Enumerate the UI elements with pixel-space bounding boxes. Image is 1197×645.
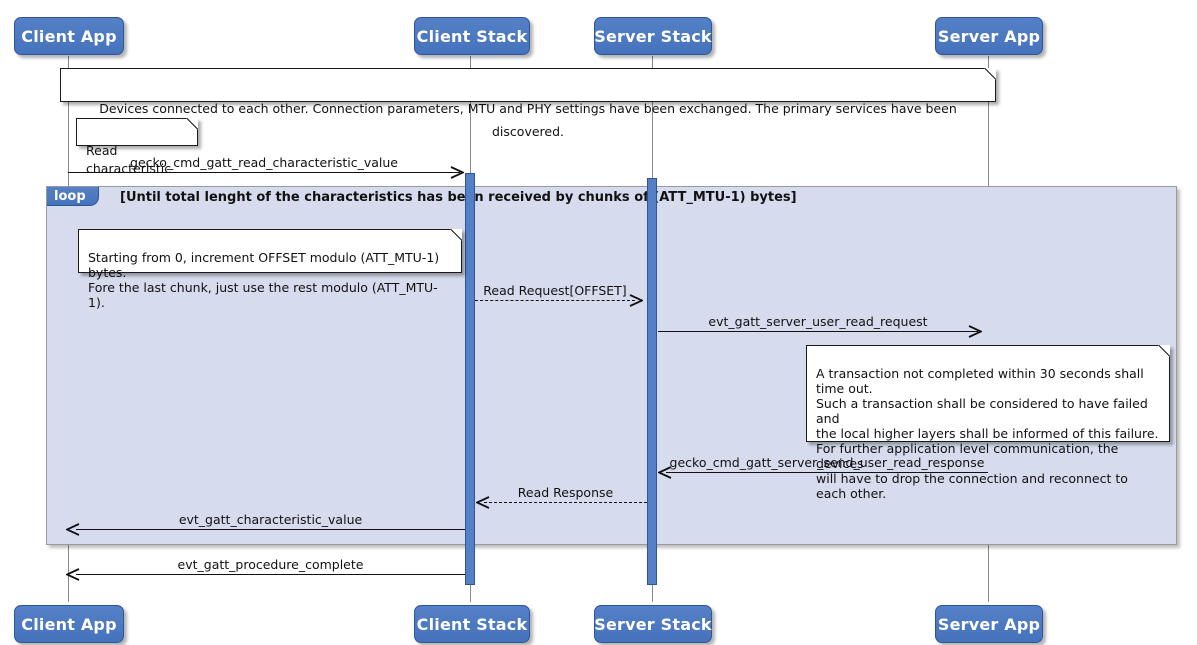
participant-client-stack-top[interactable]: Client Stack xyxy=(414,17,530,55)
message-line-evt-gatt-server-user-read-request xyxy=(658,331,978,332)
message-line-evt-gatt-procedure-complete xyxy=(76,574,465,575)
message-line-gecko-cmd-gatt-server-send-user-read-response xyxy=(666,472,988,473)
message-label-gecko-cmd-gatt-server-send-user-read-response: gecko_cmd_gatt_server_send_user_read_res… xyxy=(669,455,985,470)
message-label-read-response: Read Response xyxy=(517,485,614,500)
participant-client-app-bottom[interactable]: Client App xyxy=(14,605,124,643)
participant-label: Client Stack xyxy=(416,614,528,634)
message-label-evt-gatt-characteristic-value: evt_gatt_characteristic_value xyxy=(178,512,363,527)
participant-label: Server App xyxy=(937,26,1041,46)
activation-bar-server-stack xyxy=(647,178,657,585)
participant-server-stack-bottom[interactable]: Server Stack xyxy=(594,605,712,643)
message-label-read-request-offset: Read Request[OFFSET] xyxy=(483,283,627,298)
participant-label: Client Stack xyxy=(416,26,528,46)
message-label-gecko-cmd-gatt-read-characteristic-value: gecko_cmd_gatt_read_characteristic_value xyxy=(130,155,398,170)
note-text: A transaction not completed within 30 se… xyxy=(816,366,1159,501)
participant-server-app-top[interactable]: Server App xyxy=(935,17,1043,55)
participant-label: Server App xyxy=(937,614,1041,634)
participant-client-app-top[interactable]: Client App xyxy=(14,17,124,55)
note-timeout: A transaction not completed within 30 se… xyxy=(806,345,1170,501)
participant-label: Client App xyxy=(21,26,117,46)
note-dogear-icon xyxy=(450,229,462,241)
activation-bar-client-stack xyxy=(465,173,475,585)
note-offset: Starting from 0, increment OFFSET modulo… xyxy=(78,229,462,310)
message-line-evt-gatt-characteristic-value xyxy=(76,529,465,530)
note-read-characteristic: Read characteristic xyxy=(76,118,198,176)
note-connection: Devices connected to each other. Connect… xyxy=(60,68,996,139)
loop-frame-condition: [Until total lenght of the characteristi… xyxy=(120,190,797,205)
loop-frame-tag: loop xyxy=(47,187,99,206)
message-line-gecko-cmd-gatt-read-characteristic-value xyxy=(68,172,460,173)
participant-server-app-bottom[interactable]: Server App xyxy=(935,605,1043,643)
participant-server-stack-top[interactable]: Server Stack xyxy=(594,17,712,55)
participant-label: Client App xyxy=(21,614,117,634)
message-line-read-request-offset xyxy=(475,300,635,301)
note-dogear-icon xyxy=(186,118,198,130)
participant-label: Server Stack xyxy=(594,614,712,634)
message-label-evt-gatt-server-user-read-request: evt_gatt_server_user_read_request xyxy=(708,314,928,329)
sequence-diagram: loop [Until total lenght of the characte… xyxy=(0,0,1197,645)
participant-label: Server Stack xyxy=(594,26,712,46)
note-dogear-icon xyxy=(984,68,996,80)
participant-client-stack-bottom[interactable]: Client Stack xyxy=(414,605,530,643)
message-label-evt-gatt-procedure-complete: evt_gatt_procedure_complete xyxy=(177,557,364,572)
note-text: Devices connected to each other. Connect… xyxy=(99,101,957,139)
message-line-read-response xyxy=(484,502,647,503)
note-dogear-icon xyxy=(1158,345,1170,357)
